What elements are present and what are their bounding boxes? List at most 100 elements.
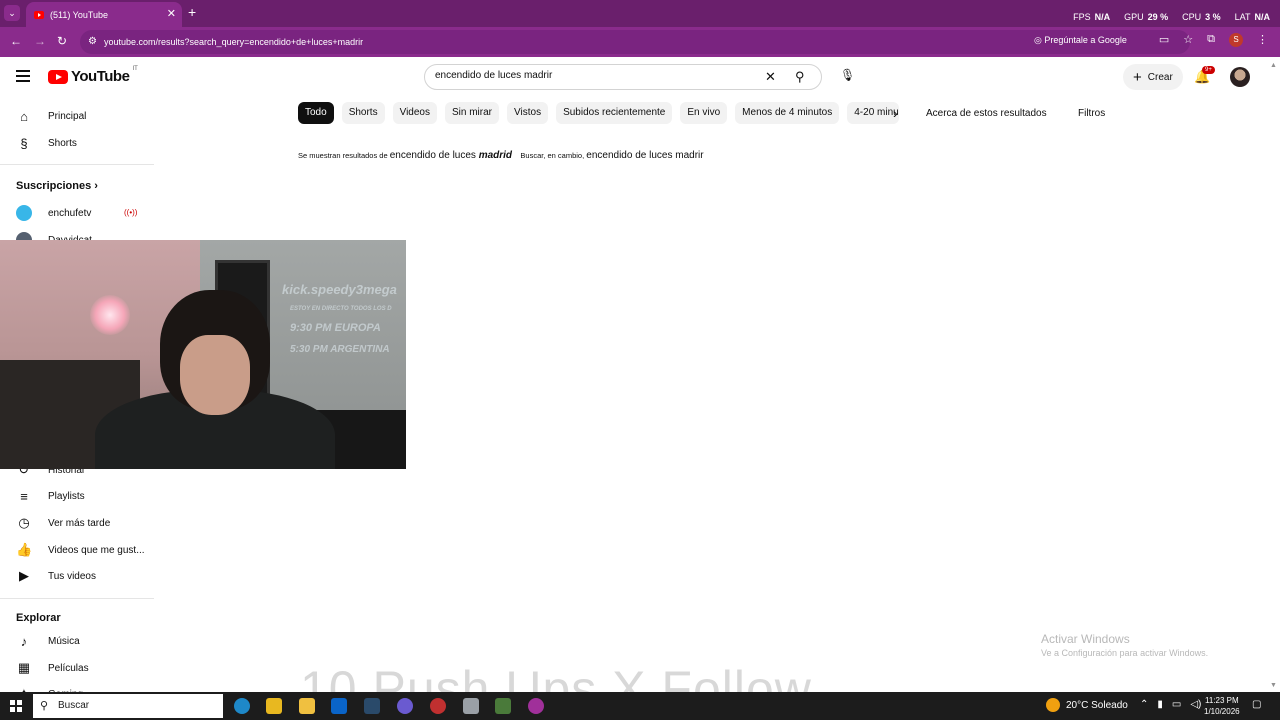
close-tab-icon[interactable]: ✕ bbox=[167, 7, 176, 20]
account-avatar[interactable] bbox=[1230, 67, 1250, 87]
clock-date: 1/10/2026 bbox=[1204, 707, 1240, 716]
url-text: youtube.com/results?search_query=encendi… bbox=[104, 37, 364, 47]
home-icon: ⌂ bbox=[20, 108, 28, 124]
back-icon[interactable]: ← bbox=[10, 34, 22, 48]
cast-icon[interactable]: ▭ bbox=[1159, 33, 1169, 47]
sidebar-item-shorts[interactable]: § Shorts bbox=[16, 131, 77, 155]
chip-shorts[interactable]: Shorts bbox=[341, 102, 385, 124]
chip-all[interactable]: Todo bbox=[298, 102, 334, 124]
chip-videos[interactable]: Videos bbox=[392, 102, 437, 124]
corrected-query-link[interactable]: encendido de luces madrid bbox=[390, 150, 512, 161]
site-info-icon[interactable]: ⚙ bbox=[88, 30, 97, 54]
sidebar-item-your-videos[interactable]: ▶ Tus videos bbox=[16, 564, 96, 588]
youtube-favicon-icon bbox=[34, 10, 44, 19]
taskbar-search[interactable]: ⚲ Buscar bbox=[33, 694, 223, 718]
clear-search-icon[interactable]: ✕ bbox=[765, 69, 776, 85]
steam-icon[interactable] bbox=[364, 698, 380, 714]
spelling-correction: Se muestran resultados de encendido de l… bbox=[298, 150, 704, 161]
chip-unwatched[interactable]: Sin mirar bbox=[445, 102, 500, 124]
new-tab-icon[interactable]: + bbox=[188, 4, 196, 20]
tray-overflow-icon[interactable]: ⌃ bbox=[1140, 699, 1148, 710]
sidebar-channel-enchufetv[interactable]: enchufetv bbox=[16, 201, 91, 225]
chip-watched[interactable]: Vistos bbox=[507, 102, 549, 124]
tab-title: (511) YouTube bbox=[50, 9, 109, 20]
showing-results-prefix: Se muestran resultados de bbox=[298, 151, 388, 160]
store-icon[interactable] bbox=[266, 698, 282, 714]
about-results-link[interactable]: Acerca de estos resultados bbox=[926, 108, 1047, 119]
activation-watermark-title: Activar Windows bbox=[1041, 632, 1130, 646]
forward-icon[interactable]: → bbox=[34, 34, 46, 48]
sidebar-item-watch-later[interactable]: ◷ Ver más tarde bbox=[16, 511, 110, 535]
app-icon[interactable] bbox=[463, 698, 479, 714]
plus-icon: + bbox=[1133, 68, 1142, 86]
chip-live[interactable]: En vivo bbox=[680, 102, 728, 124]
sidebar-item-music[interactable]: ♪ Música bbox=[16, 629, 80, 653]
sidebar-item-liked-videos[interactable]: 👍 Videos que me gust... bbox=[16, 538, 145, 562]
original-query-link[interactable]: encendido de luces madrir bbox=[586, 150, 703, 161]
search-input[interactable] bbox=[435, 70, 755, 81]
sidebar-item-movies[interactable]: ▦ Películas bbox=[16, 656, 89, 680]
shorts-icon: § bbox=[20, 135, 28, 151]
outlook-icon[interactable] bbox=[331, 698, 347, 714]
your-videos-icon: ▶ bbox=[19, 568, 29, 583]
sidebar-item-playlists[interactable]: ≡ Playlists bbox=[16, 484, 84, 508]
chip-recently-uploaded[interactable]: Subidos recientemente bbox=[556, 102, 673, 124]
sidebar-item-home[interactable]: ⌂ Principal bbox=[16, 104, 86, 128]
performance-overlay: FPS N/A GPU 29 % CPU 3 % LAT N/A bbox=[1073, 12, 1270, 22]
file-explorer-icon[interactable] bbox=[299, 698, 315, 714]
youtube-logo[interactable]: YouTube IT bbox=[48, 65, 138, 85]
ask-google-button[interactable]: ◎ Pregúntale a Google bbox=[1034, 35, 1127, 46]
hamburger-menu-icon[interactable] bbox=[16, 70, 30, 82]
network-icon[interactable]: ▭ bbox=[1172, 699, 1181, 710]
youtube-play-icon bbox=[48, 69, 68, 84]
weather-widget[interactable]: 20°C Soleado bbox=[1046, 698, 1128, 712]
system-tray: ⌃ ▮ ▭ ◁) bbox=[1140, 699, 1201, 710]
browser-toolbar: ← → ↻ ⚙ youtube.com/results?search_query… bbox=[0, 27, 1280, 57]
browser-tab[interactable]: (511) YouTube ✕ bbox=[26, 2, 182, 27]
webcam-lamp bbox=[90, 295, 130, 335]
scroll-up-arrow-icon[interactable]: ▲ bbox=[1270, 62, 1277, 69]
extensions-icon[interactable]: ⧉ bbox=[1207, 33, 1215, 47]
create-label: Crear bbox=[1147, 71, 1173, 83]
notifications-badge: 9+ bbox=[1202, 66, 1215, 74]
chip-4-20-minutes[interactable]: 4-20 minu bbox=[847, 102, 900, 124]
scroll-down-arrow-icon[interactable]: ▼ bbox=[1270, 682, 1277, 689]
subscriptions-heading[interactable]: Suscripciones › bbox=[16, 180, 98, 192]
sidebar-divider bbox=[0, 164, 154, 165]
chips-next-arrow-icon[interactable]: › bbox=[893, 105, 898, 121]
tab-list-dropdown-icon[interactable]: ⌄ bbox=[4, 5, 20, 21]
filters-button[interactable]: Filtros bbox=[1078, 108, 1105, 119]
bookmark-star-icon[interactable]: ☆ bbox=[1183, 33, 1193, 47]
profile-avatar[interactable]: S bbox=[1229, 33, 1243, 47]
sidebar-item-label: Música bbox=[48, 635, 80, 647]
webcam-wall-text: 9:30 PM EUROPA bbox=[290, 322, 381, 334]
browser-taskbar-icon[interactable] bbox=[528, 698, 544, 714]
chip-under-4-minutes[interactable]: Menos de 4 minutos bbox=[735, 102, 840, 124]
notification-center-icon[interactable]: ▢ bbox=[1252, 699, 1261, 710]
edge-icon[interactable] bbox=[234, 698, 250, 714]
microphone-icon[interactable]: 🎙 bbox=[840, 68, 855, 84]
sidebar-item-label: Shorts bbox=[48, 137, 77, 149]
country-code: IT bbox=[132, 65, 138, 72]
webcam-wall-text: kick.speedy3mega bbox=[282, 282, 397, 297]
obs-icon[interactable] bbox=[430, 698, 446, 714]
browser-menu-icon[interactable]: ⋮ bbox=[1257, 33, 1268, 47]
discord-icon[interactable] bbox=[397, 698, 413, 714]
webcam-overlay: kick.speedy3mega ESTOY EN DIRECTO TODOS … bbox=[0, 240, 406, 469]
address-bar[interactable]: ⚙ youtube.com/results?search_query=encen… bbox=[80, 30, 1190, 54]
create-button[interactable]: + Crear bbox=[1123, 64, 1183, 90]
webcam-wall-text: ESTOY EN DIRECTO TODOS LOS D bbox=[290, 306, 392, 312]
volume-icon[interactable]: ◁) bbox=[1190, 699, 1201, 710]
microphone-tray-icon[interactable]: ▮ bbox=[1157, 699, 1163, 710]
reload-icon[interactable]: ↻ bbox=[57, 34, 67, 48]
search-icon[interactable]: ⚲ bbox=[795, 69, 805, 85]
windows-start-icon[interactable] bbox=[10, 700, 22, 712]
chevron-right-icon: › bbox=[94, 180, 98, 192]
taskbar-clock[interactable]: 11:23 PM 1/10/2026 bbox=[1204, 695, 1240, 717]
channel-avatar bbox=[16, 205, 32, 221]
live-indicator-icon: ((•)) bbox=[124, 208, 138, 217]
sidebar-item-label: Videos que me gust... bbox=[48, 544, 145, 556]
logo-wordmark: YouTube bbox=[71, 68, 130, 85]
minecraft-icon[interactable] bbox=[495, 698, 511, 714]
sidebar-divider bbox=[0, 598, 154, 599]
